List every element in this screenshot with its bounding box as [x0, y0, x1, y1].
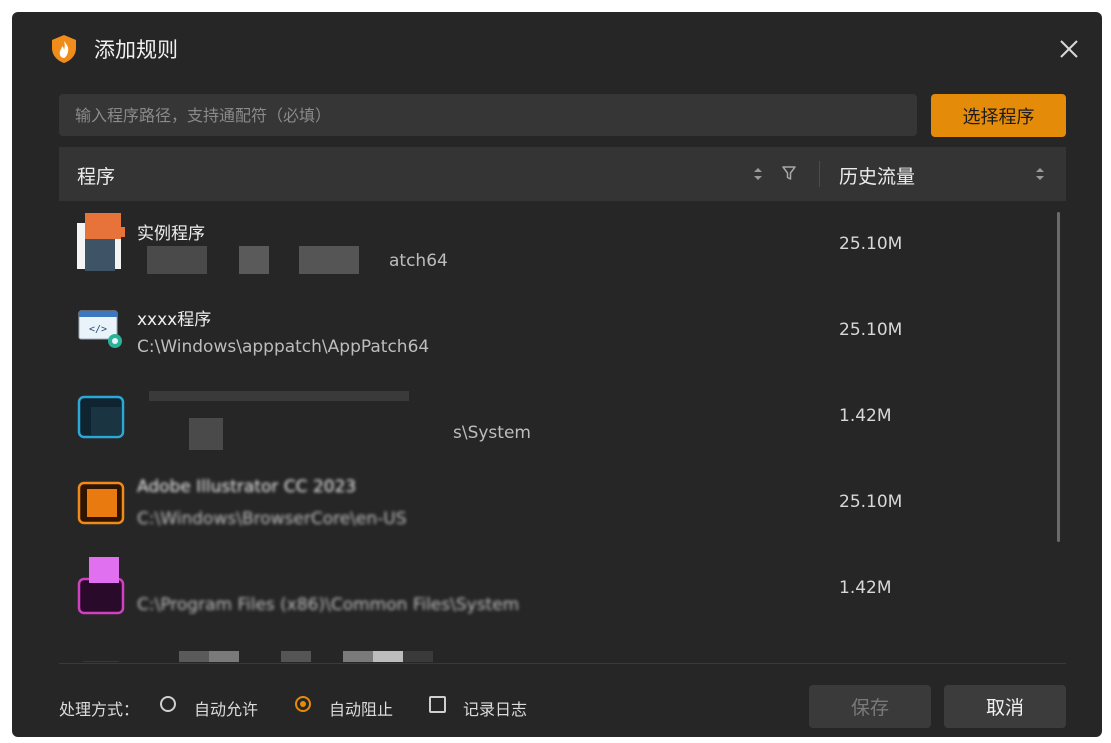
- log-checkbox-label[interactable]: 记录日志: [463, 696, 527, 720]
- table-row[interactable]: Adobe Illustrator CC 2023 C:\Windows\Bro…: [59, 459, 1049, 545]
- traffic-value: 1.42M: [839, 406, 892, 426]
- blue-app-icon: [77, 395, 125, 439]
- table-row[interactable]: [59, 631, 1049, 662]
- purple-app-icon: [82, 661, 120, 662]
- program-path: C:\Windows\apppatch\AppPatch64: [137, 337, 430, 357]
- traffic-value: 25.10M: [839, 234, 903, 254]
- footer: 处理方式： 自动允许 自动阻止 记录日志 保存 取消: [12, 684, 1102, 734]
- divider: [59, 663, 1066, 664]
- add-rule-dialog: 添加规则 选择程序 程序 历史流量 实例程序: [12, 12, 1102, 737]
- sort-icon[interactable]: [1034, 165, 1046, 183]
- select-program-button[interactable]: 选择程序: [931, 94, 1066, 137]
- flame-shield-icon: [52, 35, 76, 63]
- traffic-value: 1.42M: [839, 578, 892, 598]
- table-row[interactable]: C:\Program Files (x86)\Common Files\Syst…: [59, 545, 1049, 631]
- program-name: 实例程序: [137, 224, 205, 244]
- traffic-value: 25.10M: [839, 320, 903, 340]
- radio-auto-block[interactable]: [295, 696, 311, 712]
- svg-text:</>: </>: [89, 324, 107, 335]
- redaction-block: [343, 651, 373, 662]
- option-label-auto-block[interactable]: 自动阻止: [329, 696, 393, 720]
- handling-mode-label: 处理方式：: [59, 700, 140, 719]
- table-row[interactable]: 实例程序 atch64 25.10M: [59, 201, 1049, 287]
- title-bar: 添加规则: [12, 12, 1102, 84]
- close-icon[interactable]: [1054, 34, 1084, 64]
- table-header: 程序 历史流量: [59, 147, 1066, 201]
- redaction-block: [209, 651, 239, 662]
- redaction-block: [147, 246, 207, 274]
- table-row[interactable]: </> xxxx程序 C:\Windows\apppatch\AppPatch6…: [59, 287, 1049, 373]
- redaction-block: [299, 246, 359, 274]
- program-name: xxxx程序: [137, 310, 212, 330]
- column-header-program[interactable]: 程序: [77, 162, 115, 189]
- column-divider: [819, 161, 820, 187]
- program-path: C:\Program Files (x86)\Common Files\Syst…: [137, 595, 520, 615]
- save-button[interactable]: 保存: [809, 685, 931, 728]
- radio-auto-allow[interactable]: [160, 696, 176, 712]
- redaction-block: [281, 651, 311, 662]
- log-checkbox[interactable]: [429, 696, 446, 713]
- program-list: 实例程序 atch64 25.10M </> xxxx程序 C:\Windows…: [59, 201, 1066, 662]
- filter-icon[interactable]: [781, 164, 797, 182]
- program-path: atch64: [389, 251, 448, 271]
- redaction-block: [403, 651, 433, 662]
- illustrator-icon: [77, 481, 125, 525]
- redaction-block: [189, 418, 223, 450]
- pink-app-icon: [77, 557, 125, 615]
- redaction-block: [373, 651, 403, 662]
- column-header-traffic[interactable]: 历史流量: [839, 162, 915, 189]
- scrollbar[interactable]: [1057, 212, 1060, 542]
- program-path: s\System: [453, 423, 531, 443]
- orange-app-icon: [77, 213, 125, 271]
- sort-icon[interactable]: [752, 165, 764, 183]
- table-row[interactable]: s\System 1.42M: [59, 373, 1049, 459]
- dialog-title: 添加规则: [94, 38, 178, 62]
- program-path-input[interactable]: [59, 94, 917, 136]
- traffic-value: 25.10M: [839, 492, 903, 512]
- cancel-button[interactable]: 取消: [944, 685, 1066, 728]
- code-settings-icon: </>: [78, 310, 122, 348]
- redaction-block: [179, 651, 209, 662]
- program-name: Adobe Illustrator CC 2023: [137, 477, 357, 497]
- program-path: C:\Windows\BrowserCore\en-US: [137, 509, 407, 529]
- redaction-block: [149, 391, 409, 401]
- option-label-auto-allow[interactable]: 自动允许: [194, 696, 258, 720]
- redaction-block: [239, 246, 269, 274]
